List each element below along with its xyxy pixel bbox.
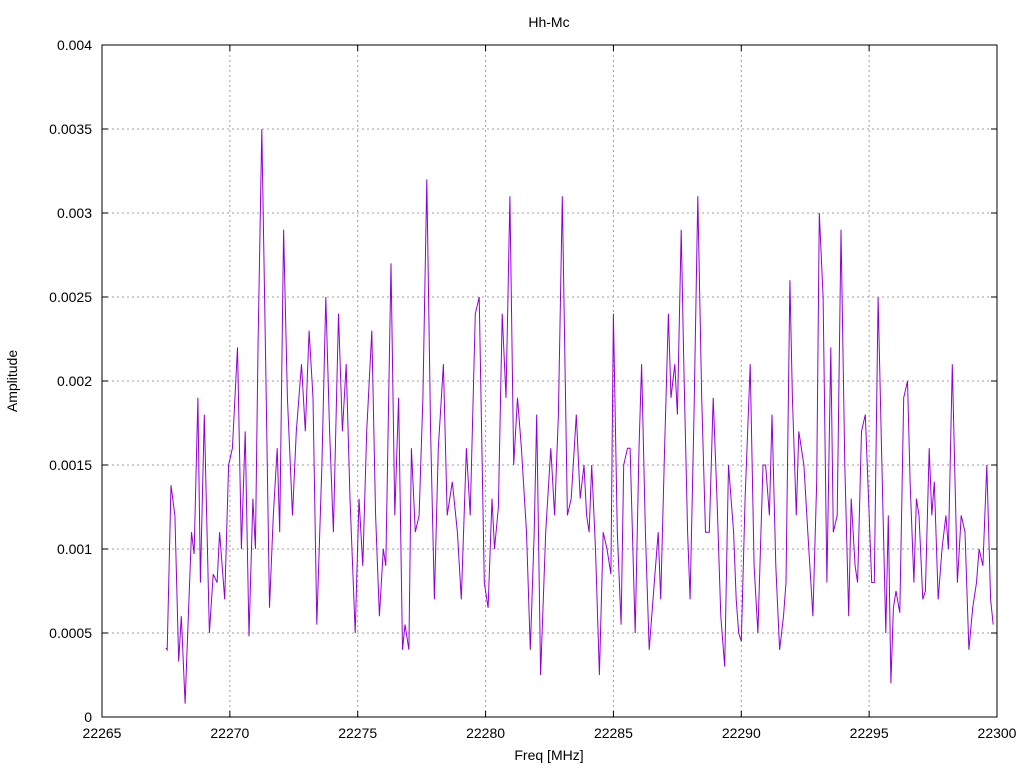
amplitude-chart: 22265 22270 22275 22280 22285 22290 22295 22300… <box>4 14 1017 763</box>
axis-ticks: 22265 22270 22275 22280 22285 22290 22295 22300… <box>49 37 1017 741</box>
y-tick-label: 0.004 <box>57 37 92 53</box>
x-tick-label: 22275 <box>338 725 377 741</box>
y-tick-label: 0.001 <box>57 541 92 557</box>
x-tick-label: 22280 <box>466 725 505 741</box>
y-tick-label: 0.0005 <box>49 625 92 641</box>
y-tick-label: 0 <box>84 709 92 725</box>
x-axis-label: Freq [MHz] <box>514 747 583 763</box>
x-tick-label: 22290 <box>722 725 761 741</box>
y-tick-label: 0.003 <box>57 205 92 221</box>
y-tick-label: 0.002 <box>57 373 92 389</box>
x-tick-label: 22265 <box>83 725 122 741</box>
y-tick-label: 0.0025 <box>49 289 92 305</box>
x-tick-label: 22285 <box>594 725 633 741</box>
x-tick-label: 22270 <box>210 725 249 741</box>
y-tick-label: 0.0015 <box>49 457 92 473</box>
y-tick-label: 0.0035 <box>49 121 92 137</box>
x-tick-label: 22300 <box>978 725 1017 741</box>
y-axis-label: Amplitude <box>4 350 20 412</box>
chart-title: Hh-Mc <box>528 14 569 30</box>
x-tick-label: 22295 <box>850 725 889 741</box>
